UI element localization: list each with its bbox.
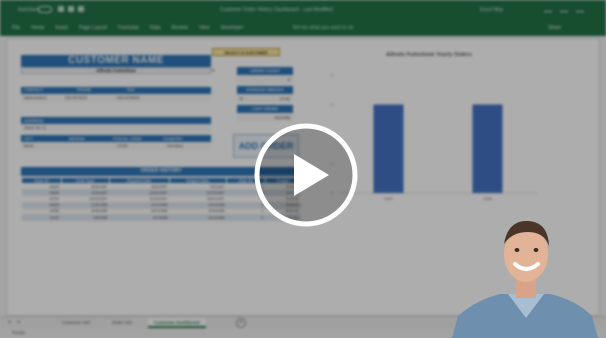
play-button[interactable] <box>253 122 359 228</box>
presenter-webcam <box>452 220 598 338</box>
video-frame: AutoSave Customer Order History Dashboar… <box>0 0 606 338</box>
